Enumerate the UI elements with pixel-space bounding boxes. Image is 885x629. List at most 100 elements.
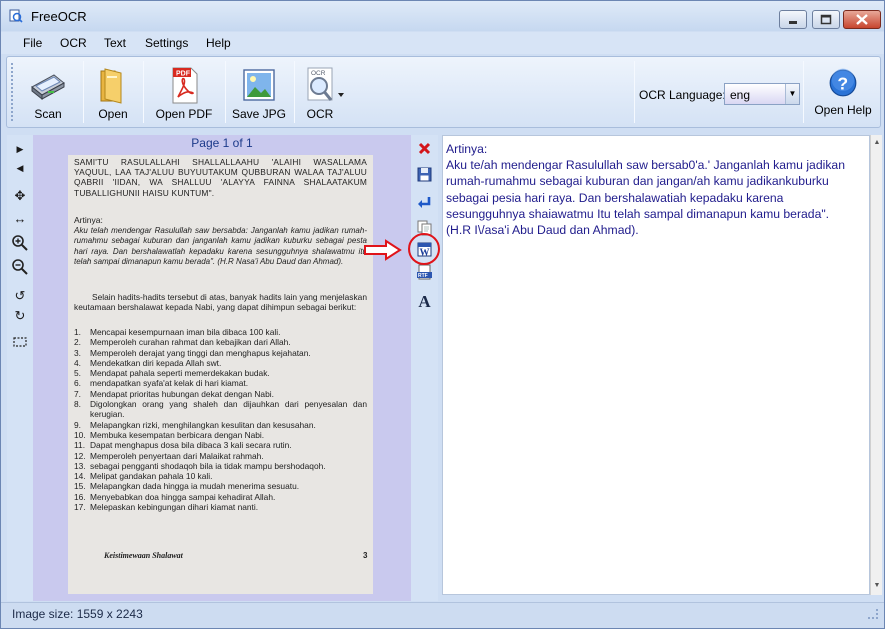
fit-width-icon[interactable]: ↔ — [11, 210, 29, 228]
resize-grip[interactable] — [868, 609, 878, 619]
doc-paragraph: Selain hadits-hadits tersebut di atas, b… — [74, 292, 367, 313]
list-item: 10. Membuka kesempatan berbicara dengan N… — [74, 429, 265, 440]
save-jpg-button[interactable]: Save JPG — [228, 59, 290, 125]
scanner-icon — [31, 74, 65, 101]
scan-button[interactable]: Scan — [17, 59, 79, 125]
minimize-icon — [789, 21, 797, 24]
maximize-icon — [820, 14, 832, 25]
doc-arabic-transliteration: SAMI'TU RASULALLAHI SHALLALLAAHU 'ALAIHI… — [74, 157, 367, 198]
list-item: 15. Melapangkan dada hingga ia mudah mene… — [74, 481, 300, 492]
open-button[interactable]: Open — [87, 59, 139, 125]
open-help-button[interactable]: ? Open Help — [808, 59, 878, 125]
toolbar-separator — [83, 61, 84, 123]
list-item: 1. Mencapai kesempurnaan iman bila dibaca… — [74, 327, 281, 337]
clear-text-icon[interactable] — [416, 140, 433, 157]
menu-bar: File OCR Text Settings Help — [1, 32, 884, 54]
folder-icon — [100, 68, 122, 104]
ocr-icon-text: OCR — [311, 70, 326, 77]
ocr-language-value: eng — [730, 88, 751, 102]
save-jpg-label: Save JPG — [231, 107, 287, 121]
image-tools-bar: ▶ ◀ ✥ ↔ ↺ ↻ — [7, 135, 33, 601]
image-size-status: Image size: 1559 x 2243 — [12, 607, 143, 621]
toolbar-separator — [803, 61, 804, 123]
scanned-page-image: SAMI'TU RASULALLAHI SHALLALLAAHU 'ALAIHI… — [68, 155, 373, 594]
next-page-icon[interactable]: ▶ — [11, 140, 29, 158]
list-item: 7. Mendapat prioritas hubungan dekat deng… — [74, 388, 274, 399]
ocr-text-area[interactable]: Artinya: Aku te/ah mendengar Rasulullah … — [442, 135, 870, 595]
chevron-down-icon[interactable]: ▼ — [785, 84, 799, 104]
annotation-circle — [408, 233, 440, 265]
close-button[interactable] — [843, 10, 881, 29]
list-item: 13. sebagai pengganti shodaqoh bila ia ti… — [74, 460, 326, 471]
close-icon — [856, 14, 868, 25]
insert-newline-icon[interactable] — [416, 194, 433, 211]
minimize-button[interactable] — [779, 10, 807, 29]
annotation-arrow-icon — [364, 239, 402, 261]
list-item: 16. Menyebabkan doa hingga sampai kehadir… — [74, 491, 276, 502]
zoom-out-icon[interactable] — [11, 258, 29, 276]
list-item: 8. Digolongkan orang yang shaleh dan dija… — [74, 399, 367, 420]
window-title: FreeOCR — [31, 9, 87, 24]
toolbar-separator — [634, 61, 635, 123]
image-viewer[interactable]: Page 1 of 1 SAMI'TU RASULALLAHI SHALLALL… — [33, 135, 411, 601]
rotate-right-icon[interactable]: ↻ — [11, 307, 29, 325]
doc-page-number: 3 — [363, 551, 368, 560]
ocr-dropdown-button[interactable] — [335, 59, 347, 125]
open-label: Open — [98, 107, 128, 121]
list-item: 3. Memperoleh derajat yang tinggi dan men… — [74, 347, 311, 358]
scroll-down-icon[interactable]: ▼ — [872, 581, 882, 591]
ocr-magnifier-icon: OCR — [307, 67, 333, 101]
menu-ocr[interactable]: OCR — [60, 36, 87, 50]
list-item: 14. Melipat gandakan pahala 10 kali. — [74, 471, 213, 482]
page-indicator: Page 1 of 1 — [191, 136, 253, 150]
select-region-icon[interactable] — [11, 333, 29, 351]
svg-text:RTF: RTF — [418, 273, 428, 279]
doc-artinya-label: Artinya: — [74, 215, 103, 225]
title-bar[interactable]: FreeOCR — [1, 1, 884, 31]
open-pdf-label: Open PDF — [155, 107, 213, 121]
list-item: 6. mendapatkan syafa'at kelak di hari kia… — [74, 378, 249, 389]
doc-footer-title: Keistimewaan Shalawat — [104, 551, 183, 560]
toolbar-separator — [294, 61, 295, 123]
list-item: 9. Melapangkan rizki, menghilangkan kesul… — [74, 419, 316, 430]
menu-help[interactable]: Help — [206, 36, 231, 50]
open-help-label: Open Help — [814, 103, 872, 117]
list-item: 2. Memperoleh curahan rahmat dan kebajika… — [74, 337, 291, 348]
ocr-text-content[interactable]: Artinya: Aku te/ah mendengar Rasulullah … — [446, 141, 851, 238]
save-text-icon[interactable] — [416, 166, 433, 183]
app-window: FreeOCR File OCR Text Settings Help Scan… — [0, 0, 885, 629]
zoom-in-icon[interactable] — [11, 234, 29, 252]
chevron-down-icon — [338, 93, 344, 97]
ocr-language-label: OCR Language: — [639, 88, 726, 102]
pdf-icon: PDF — [172, 67, 198, 104]
help-icon: ? — [829, 68, 857, 97]
app-icon — [9, 9, 23, 23]
list-item: 11. Dapat menghapus dosa bila dibaca 3 ka… — [74, 440, 292, 451]
pan-icon[interactable]: ✥ — [11, 187, 29, 205]
list-item: 5. Mendapat pahala seperti memerdekakan b… — [74, 368, 270, 379]
image-icon — [243, 69, 275, 101]
text-vertical-scrollbar[interactable]: ▲ ▼ — [870, 135, 882, 595]
list-item: 4. Mendekatkan diri kepada Allah swt. — [74, 357, 222, 368]
scan-label: Scan — [34, 107, 62, 121]
svg-text:?: ? — [837, 73, 848, 93]
open-pdf-button[interactable]: PDF Open PDF — [147, 59, 221, 125]
toolbar-grip[interactable] — [11, 63, 14, 121]
text-tools-bar: W RTF A — [411, 135, 438, 601]
doc-artinya-text: Aku telah mendengar Rasulullah saw bersa… — [74, 226, 367, 266]
export-rtf-icon[interactable]: RTF — [416, 264, 433, 281]
doc-list: 1. Mencapai kesempurnaan iman bila dibaca… — [74, 327, 367, 512]
ocr-language-select[interactable]: eng ▼ — [724, 83, 800, 105]
rotate-left-icon[interactable]: ↺ — [11, 287, 29, 305]
menu-file[interactable]: File — [23, 36, 42, 50]
status-bar: Image size: 1559 x 2243 — [1, 602, 884, 628]
pdf-icon-text: PDF — [176, 71, 191, 78]
scroll-up-icon[interactable]: ▲ — [872, 138, 882, 148]
previous-page-icon[interactable]: ◀ — [11, 159, 29, 177]
font-settings-icon[interactable]: A — [416, 293, 433, 310]
toolbar-separator — [143, 61, 144, 123]
menu-text[interactable]: Text — [104, 36, 126, 50]
menu-settings[interactable]: Settings — [145, 36, 188, 50]
maximize-button[interactable] — [812, 10, 840, 29]
main-toolbar: Scan Open PDF Open PDF Save JPG OCR OCR … — [6, 56, 881, 128]
